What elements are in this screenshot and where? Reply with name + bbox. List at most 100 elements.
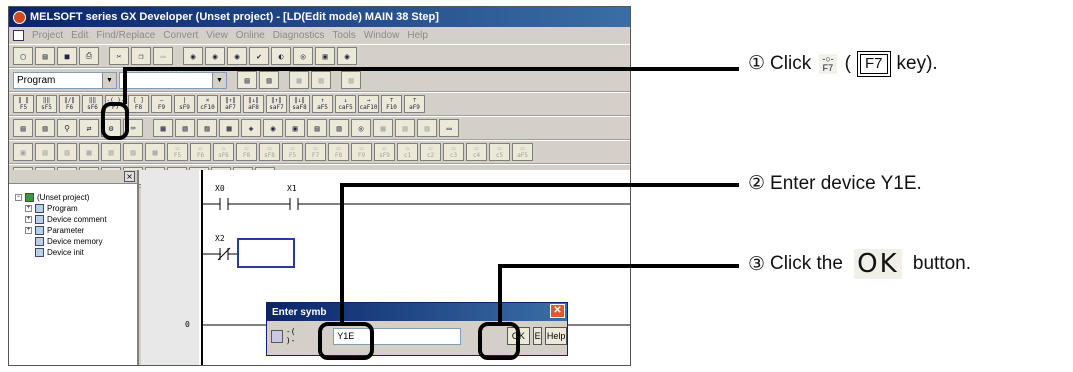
tree-item-device-init[interactable]: Device init bbox=[15, 247, 137, 258]
write-plc-icon[interactable]: ◉ bbox=[205, 47, 225, 65]
paste-icon[interactable]: ▭ bbox=[153, 47, 173, 65]
expand-icon[interactable]: + bbox=[25, 216, 32, 223]
menu-online[interactable]: Online bbox=[236, 30, 265, 41]
print-icon[interactable]: ⎙ bbox=[79, 47, 99, 65]
document-menu-icon[interactable] bbox=[13, 30, 24, 41]
monitor-stop-icon[interactable]: ◐ bbox=[271, 47, 291, 65]
tree-item-project[interactable]: − (Unset project) bbox=[15, 192, 137, 203]
sfc-sf6-button[interactable]: ▭ sF6 bbox=[213, 143, 234, 161]
statement-icon[interactable]: ▥ bbox=[259, 71, 279, 89]
comment-view-icon[interactable]: ▩ bbox=[219, 119, 239, 137]
verify-icon[interactable]: ◉ bbox=[227, 47, 247, 65]
device-batch-icon[interactable]: ◈ bbox=[241, 119, 261, 137]
project-data-icon[interactable]: ▥ bbox=[35, 119, 55, 137]
delete-line-button[interactable]: × cF10 bbox=[197, 95, 218, 113]
sfc-f8-button[interactable]: ▭ F8 bbox=[236, 143, 257, 161]
application-instruction-button[interactable]: [ ] F8 bbox=[128, 95, 149, 113]
comment-icon[interactable]: ▤ bbox=[237, 71, 257, 89]
menu-diagnostics[interactable]: Diagnostics bbox=[273, 30, 325, 41]
sfc-transition-icon[interactable]: ▤ bbox=[35, 143, 55, 161]
device-list-icon[interactable]: ▥ bbox=[329, 119, 349, 137]
monitor-icon[interactable]: ✔ bbox=[249, 47, 269, 65]
zoom-icon[interactable]: ▨ bbox=[341, 71, 361, 89]
instruction-list-icon[interactable] bbox=[271, 329, 283, 343]
vertical-line-button[interactable]: | sF9 bbox=[174, 95, 195, 113]
menu-help[interactable]: Help bbox=[407, 30, 428, 41]
menu-edit[interactable]: Edit bbox=[71, 30, 88, 41]
ladder-monitor-icon[interactable]: ◉ bbox=[263, 119, 283, 137]
open-contact-button[interactable]: ‖ ‖ F5 bbox=[13, 95, 34, 113]
close-icon[interactable]: ✕ bbox=[550, 304, 565, 318]
display-mode-icon[interactable]: ▦ bbox=[289, 71, 309, 89]
contact-x1[interactable] bbox=[281, 196, 307, 212]
collapse-icon[interactable]: − bbox=[15, 194, 22, 201]
sfc-end-icon[interactable]: ▦ bbox=[79, 143, 99, 161]
sfc-c1-button[interactable]: ▭ c1 bbox=[397, 143, 418, 161]
sfc-f5-button[interactable]: ▭ F5 bbox=[167, 143, 188, 161]
menu-tools[interactable]: Tools bbox=[332, 30, 355, 41]
new-file-icon[interactable]: ▢ bbox=[13, 47, 33, 65]
cut-icon[interactable]: ✂ bbox=[109, 47, 129, 65]
sfc-merge-icon[interactable]: ▨ bbox=[123, 143, 143, 161]
sfc-branch-icon[interactable]: ▧ bbox=[101, 143, 121, 161]
save-icon[interactable]: ■ bbox=[57, 47, 77, 65]
sfc-c4-button[interactable]: ▭ c4 bbox=[466, 143, 487, 161]
sfc-c2-button[interactable]: ▭ c2 bbox=[420, 143, 441, 161]
exit-button[interactable]: E bbox=[533, 327, 543, 345]
sfc-sf9-button[interactable]: ▭ sF9 bbox=[374, 143, 395, 161]
contact-x0[interactable] bbox=[211, 196, 237, 212]
sfc-c5-button[interactable]: ▭ c5 bbox=[489, 143, 510, 161]
tree-item-parameter[interactable]: + Parameter bbox=[15, 225, 137, 236]
read-plc-icon[interactable]: ◉ bbox=[183, 47, 203, 65]
falling-pulse-button[interactable]: ‖↓‖ aF8 bbox=[243, 95, 264, 113]
rising-edge-button[interactable]: ↑ aF5 bbox=[312, 95, 333, 113]
sfc-f7-button[interactable]: ▭ F7 bbox=[305, 143, 326, 161]
sfc-jump-icon[interactable]: ▥ bbox=[57, 143, 77, 161]
data-type-select[interactable]: Program ▼ bbox=[13, 71, 117, 89]
draw-line-button[interactable]: ⊤ F10 bbox=[381, 95, 402, 113]
list-mode-icon[interactable]: ▨ bbox=[197, 119, 217, 137]
menu-project[interactable]: Project bbox=[32, 30, 63, 41]
copy-icon[interactable]: ❐ bbox=[131, 47, 151, 65]
monitor-write-icon[interactable]: ▧ bbox=[175, 119, 195, 137]
falling-edge-button[interactable]: ↓ caF5 bbox=[335, 95, 356, 113]
sfc-f8b-button[interactable]: ▭ F8 bbox=[328, 143, 349, 161]
sfc-f6-button[interactable]: ▭ F6 bbox=[190, 143, 211, 161]
find-icon[interactable]: ⚲ bbox=[57, 119, 77, 137]
menu-find-replace[interactable]: Find/Replace bbox=[96, 30, 155, 41]
sfc2-icon[interactable]: ▧ bbox=[395, 119, 415, 137]
contact-x2-nc[interactable] bbox=[211, 246, 237, 262]
ladder-mode-icon[interactable]: ▧ bbox=[311, 71, 331, 89]
menu-convert[interactable]: Convert bbox=[163, 30, 198, 41]
monitor-mode-icon[interactable]: ▦ bbox=[153, 119, 173, 137]
horizontal-line-button[interactable]: — F9 bbox=[151, 95, 172, 113]
close-icon[interactable]: × bbox=[124, 171, 135, 182]
menu-view[interactable]: View bbox=[206, 30, 228, 41]
expand-icon[interactable]: + bbox=[25, 227, 32, 234]
cross-ref-icon[interactable]: ▤ bbox=[307, 119, 327, 137]
erase-line-button[interactable]: ⊤ aF9 bbox=[404, 95, 425, 113]
open-folder-icon[interactable]: ▤ bbox=[35, 47, 55, 65]
parallel-falling-pulse-button[interactable]: ‖↓‖ saF8 bbox=[289, 95, 310, 113]
sfc-af5-button[interactable]: ▭ aF5 bbox=[512, 143, 533, 161]
tree-item-device-memory[interactable]: Device memory bbox=[15, 236, 137, 247]
menu-window[interactable]: Window bbox=[364, 30, 400, 41]
parallel-open-contact-button[interactable]: ‖‖ sF5 bbox=[36, 95, 57, 113]
replace-icon[interactable]: ⇄ bbox=[79, 119, 99, 137]
help-button[interactable]: Help bbox=[545, 327, 567, 345]
tree-item-device-comment[interactable]: + Device comment bbox=[15, 214, 137, 225]
parallel-closed-contact-button[interactable]: ‖‖ sF6 bbox=[82, 95, 103, 113]
program-name-select[interactable]: ▼ bbox=[119, 71, 227, 89]
rising-pulse-button[interactable]: ‖↑‖ aF7 bbox=[220, 95, 241, 113]
entry-data-monitor-icon[interactable]: ▣ bbox=[315, 47, 335, 65]
parallel-rising-pulse-button[interactable]: ‖↑‖ saF7 bbox=[266, 95, 287, 113]
data-icon[interactable]: ▣ bbox=[285, 119, 305, 137]
window-icon[interactable]: ▭ bbox=[439, 119, 459, 137]
parameter-icon[interactable]: ▤ bbox=[13, 119, 33, 137]
sfc-c3-button[interactable]: ▭ c3 bbox=[443, 143, 464, 161]
invert-button[interactable]: → caF10 bbox=[358, 95, 379, 113]
register-icon[interactable]: ◎ bbox=[351, 119, 371, 137]
sfc-sf8-button[interactable]: ▭ sF8 bbox=[259, 143, 280, 161]
sfc-icon[interactable]: ▦ bbox=[373, 119, 393, 137]
tree-item-program[interactable]: + Program bbox=[15, 203, 137, 214]
